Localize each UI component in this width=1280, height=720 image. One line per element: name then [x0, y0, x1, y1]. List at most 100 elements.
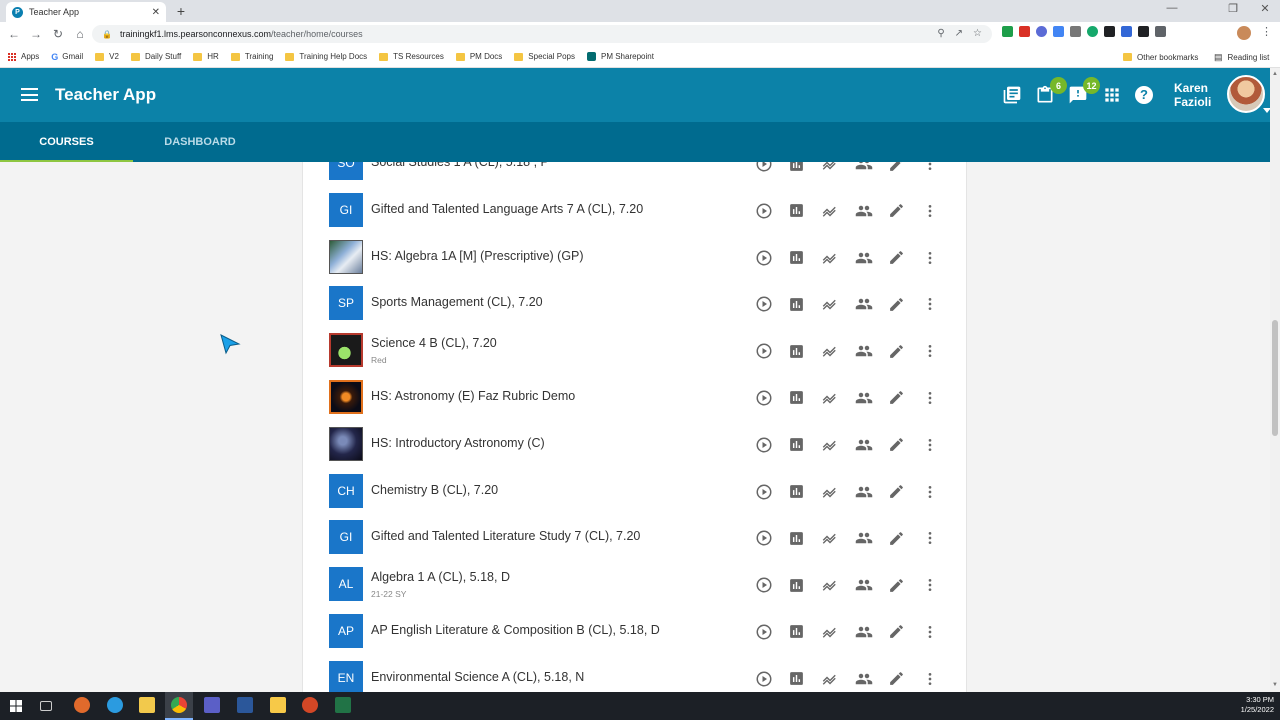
course-name[interactable]: Chemistry B (CL), 7.20: [371, 483, 498, 497]
course-name[interactable]: HS: Introductory Astronomy (C): [371, 436, 545, 450]
trend-icon[interactable]: [814, 341, 847, 361]
chrome-icon[interactable]: [171, 697, 187, 713]
course-row[interactable]: HS: Algebra 1A [M] (Prescriptive) (GP): [303, 234, 966, 281]
bookmark-gmail[interactable]: G Gmail: [51, 52, 83, 62]
gradebook-icon[interactable]: [780, 294, 813, 314]
powerpoint-icon[interactable]: [302, 697, 318, 713]
course-row[interactable]: GI Gifted and Talented Literature Study 7…: [303, 514, 966, 561]
course-initials-badge[interactable]: SP: [329, 286, 363, 321]
document-icon[interactable]: [270, 697, 286, 713]
course-row[interactable]: SP Sports Management (CL), 7.20: [303, 280, 966, 327]
bookmark-training-help-docs[interactable]: Training Help Docs: [285, 52, 367, 61]
course-name[interactable]: Environmental Science A (CL), 5.18, N: [371, 670, 584, 684]
people-icon[interactable]: [847, 435, 880, 455]
course-initials-badge[interactable]: AP: [329, 613, 363, 648]
trend-icon[interactable]: [814, 388, 847, 408]
edit-icon[interactable]: [880, 575, 913, 595]
user-avatar[interactable]: [1227, 75, 1265, 113]
apps-grid-icon[interactable]: [1102, 85, 1122, 105]
assignments-clipboard-icon[interactable]: 6: [1035, 77, 1067, 105]
browser-menu-icon[interactable]: ⋮: [1261, 25, 1272, 38]
course-thumbnail-image[interactable]: [329, 379, 363, 414]
course-thumbnail-image[interactable]: [329, 426, 363, 461]
edit-icon[interactable]: [880, 341, 913, 361]
course-row[interactable]: HS: Introductory Astronomy (C): [303, 421, 966, 468]
edit-icon[interactable]: [880, 201, 913, 221]
window-close-icon[interactable]: ✕: [1250, 2, 1280, 15]
people-icon[interactable]: [847, 341, 880, 361]
gradebook-icon[interactable]: [780, 669, 813, 689]
translate-extension-icon[interactable]: [1053, 26, 1064, 37]
people-icon[interactable]: [847, 201, 880, 221]
trend-icon[interactable]: [814, 669, 847, 689]
more-icon[interactable]: [913, 622, 946, 642]
other-bookmarks[interactable]: Other bookmarks: [1123, 46, 1198, 68]
course-row[interactable]: EN Environmental Science A (CL), 5.18, N: [303, 655, 966, 692]
people-icon[interactable]: [847, 528, 880, 548]
help-icon[interactable]: ?: [1135, 86, 1153, 104]
people-icon[interactable]: [847, 622, 880, 642]
edit-icon[interactable]: [880, 435, 913, 455]
people-icon[interactable]: [847, 162, 880, 174]
trend-icon[interactable]: [814, 294, 847, 314]
browser-tab[interactable]: P Teacher App ✕: [6, 2, 166, 22]
course-name[interactable]: Social Studies 1 A (CL), 5.18 , P: [371, 162, 549, 169]
trend-icon[interactable]: [814, 482, 847, 502]
profile-avatar-icon[interactable]: [1237, 26, 1251, 40]
course-initials-badge[interactable]: GI: [329, 192, 363, 227]
puzzle-extensions-icon[interactable]: [1155, 26, 1166, 37]
gradebook-icon[interactable]: [780, 248, 813, 268]
user-name[interactable]: Karen Fazioli: [1174, 81, 1211, 109]
gradebook-icon[interactable]: [780, 528, 813, 548]
course-row[interactable]: HS: Astronomy (E) Faz Rubric Demo: [303, 374, 966, 421]
course-name[interactable]: AP English Literature & Composition B (C…: [371, 623, 660, 637]
tab-courses[interactable]: COURSES: [0, 122, 133, 162]
bookmark-training[interactable]: Training: [230, 52, 273, 61]
scroll-up-icon[interactable]: ▲: [1272, 71, 1278, 77]
play-icon[interactable]: [747, 575, 780, 595]
more-icon[interactable]: [913, 294, 946, 314]
course-name[interactable]: Sports Management (CL), 7.20: [371, 295, 543, 309]
forward-icon[interactable]: →: [25, 27, 47, 41]
more-icon[interactable]: [913, 162, 946, 174]
course-thumbnail-image[interactable]: [329, 239, 363, 274]
bookmark-pm-docs[interactable]: PM Docs: [455, 52, 502, 61]
bookmark-apps[interactable]: Apps: [8, 52, 39, 61]
zoom-icon[interactable]: ⚲: [937, 25, 944, 43]
edit-icon[interactable]: [880, 528, 913, 548]
course-thumbnail-image[interactable]: [329, 333, 363, 368]
edit-icon[interactable]: [880, 482, 913, 502]
people-icon[interactable]: [847, 248, 880, 268]
play-icon[interactable]: [747, 388, 780, 408]
trend-icon[interactable]: [814, 435, 847, 455]
app-taskbar-icon[interactable]: [74, 697, 90, 713]
hamburger-menu-icon[interactable]: [21, 88, 38, 101]
back-icon[interactable]: ←: [3, 27, 25, 41]
bookmark-daily-stuff[interactable]: Daily Stuff: [130, 52, 181, 61]
table-extension-icon[interactable]: [1121, 26, 1132, 37]
course-row[interactable]: AL Algebra 1 A (CL), 5.18, D 21-22 SY: [303, 561, 966, 608]
more-icon[interactable]: [913, 201, 946, 221]
gradebook-icon[interactable]: [780, 575, 813, 595]
play-icon[interactable]: [747, 294, 780, 314]
screen-extension-icon[interactable]: [1104, 26, 1115, 37]
minimize-icon[interactable]: —: [1157, 2, 1187, 14]
gradebook-icon[interactable]: [780, 388, 813, 408]
trend-icon[interactable]: [814, 528, 847, 548]
course-row[interactable]: SO Social Studies 1 A (CL), 5.18 , P: [303, 162, 966, 187]
course-name[interactable]: Gifted and Talented Literature Study 7 (…: [371, 529, 640, 543]
address-bar[interactable]: 🔒 trainingkf1.lms.pearsonconnexus.com /t…: [92, 25, 992, 43]
course-name[interactable]: Gifted and Talented Language Arts 7 A (C…: [371, 202, 643, 216]
edit-icon[interactable]: [880, 669, 913, 689]
page-scrollbar[interactable]: ▲ ▼: [1270, 68, 1280, 692]
bookmark-v2[interactable]: V2: [95, 52, 119, 61]
trend-icon[interactable]: [814, 162, 847, 174]
reading-list[interactable]: ▤ Reading list: [1214, 46, 1269, 68]
recycle-extension-icon[interactable]: [1070, 26, 1081, 37]
course-row[interactable]: Science 4 B (CL), 7.20 Red: [303, 327, 966, 374]
more-icon[interactable]: [913, 669, 946, 689]
bookmark-special-pops[interactable]: Special Pops: [514, 52, 575, 61]
excel-icon[interactable]: [335, 697, 351, 713]
extension-icon[interactable]: [1036, 26, 1047, 37]
gradebook-icon[interactable]: [780, 341, 813, 361]
